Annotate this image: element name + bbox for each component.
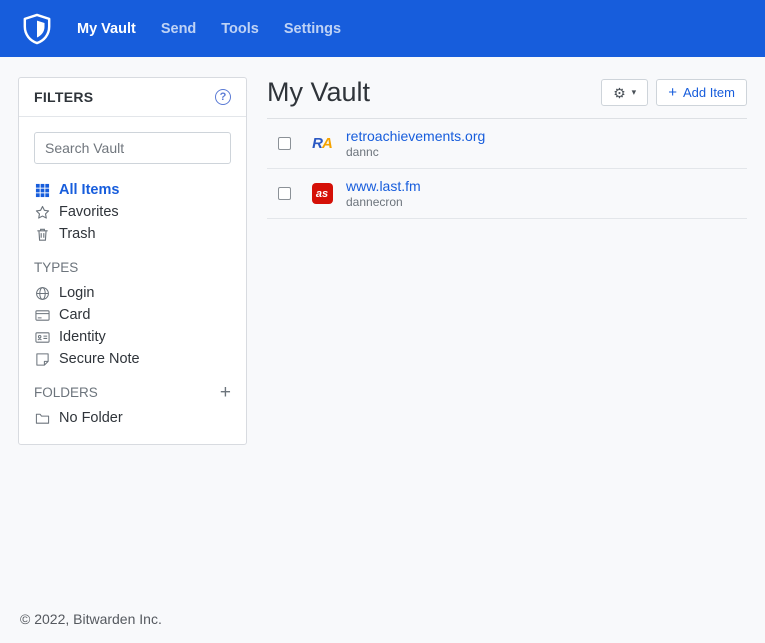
vault-header: My Vault ⚙ ▾ + Add Item <box>267 77 747 119</box>
sidebar-item-trash[interactable]: Trash <box>34 223 231 245</box>
lastfm-favicon: as <box>310 183 334 204</box>
add-item-label: Add Item <box>683 85 735 100</box>
item-text: www.last.fm dannecron <box>346 178 421 209</box>
nav-tools[interactable]: Tools <box>221 21 259 37</box>
nav-settings[interactable]: Settings <box>284 21 341 37</box>
item-name-link[interactable]: retroachievements.org <box>346 128 485 144</box>
sidebar-item-label: Card <box>59 307 90 323</box>
vault-item-list: RA retroachievements.org dannc as www.la… <box>267 119 747 219</box>
item-checkbox[interactable] <box>278 137 291 150</box>
page-title: My Vault <box>267 77 370 108</box>
grid-icon <box>34 182 50 198</box>
id-card-icon <box>34 329 50 345</box>
item-name-link[interactable]: www.last.fm <box>346 178 421 194</box>
sidebar-item-label: Identity <box>59 329 106 345</box>
sidebar-item-label: All Items <box>59 182 119 198</box>
filter-nav-list: All Items Favorites Trash <box>19 179 246 245</box>
item-username: dannc <box>346 145 485 159</box>
vault-item-row: RA retroachievements.org dannc <box>267 119 747 169</box>
top-navbar: My Vault Send Tools Settings <box>0 0 765 57</box>
folders-section-header: FOLDERS + <box>19 385 246 400</box>
trash-icon <box>34 226 50 242</box>
search-vault-input[interactable] <box>34 132 231 164</box>
item-checkbox[interactable] <box>278 187 291 200</box>
types-section-header: TYPES <box>19 260 246 275</box>
folder-icon <box>34 410 50 426</box>
sidebar-item-identity[interactable]: Identity <box>34 326 231 348</box>
type-filter-list: Login Card Identity Secure Note <box>19 282 246 370</box>
bitwarden-shield-icon <box>22 13 52 45</box>
sidebar-item-label: Favorites <box>59 204 119 220</box>
note-icon <box>34 351 50 367</box>
sidebar-item-label: Secure Note <box>59 351 140 367</box>
credit-card-icon <box>34 307 50 323</box>
item-text: retroachievements.org dannc <box>346 128 485 159</box>
vault-options-button[interactable]: ⚙ ▾ <box>601 79 648 106</box>
add-folder-button[interactable]: + <box>220 386 231 400</box>
sidebar-item-label: No Folder <box>59 410 123 426</box>
star-icon <box>34 204 50 220</box>
sidebar-item-secure-note[interactable]: Secure Note <box>34 348 231 370</box>
sidebar-item-login[interactable]: Login <box>34 282 231 304</box>
header-buttons: ⚙ ▾ + Add Item <box>601 79 747 106</box>
page-footer: © 2022, Bitwarden Inc. <box>0 599 765 643</box>
sidebar-item-card[interactable]: Card <box>34 304 231 326</box>
filters-title: FILTERS <box>34 89 93 105</box>
add-item-button[interactable]: + Add Item <box>656 79 747 106</box>
sidebar-item-no-folder[interactable]: No Folder <box>34 407 231 429</box>
folder-list: No Folder <box>19 407 246 429</box>
chevron-down-icon: ▾ <box>632 88 637 97</box>
item-username: dannecron <box>346 195 421 209</box>
plus-icon: + <box>668 85 677 100</box>
bitwarden-logo[interactable] <box>22 13 52 45</box>
nav-send[interactable]: Send <box>161 21 196 37</box>
folders-title: FOLDERS <box>34 385 98 400</box>
filters-header: FILTERS ? <box>19 78 246 117</box>
vault-item-row: as www.last.fm dannecron <box>267 169 747 219</box>
nav-my-vault[interactable]: My Vault <box>77 21 136 37</box>
vault-main: My Vault ⚙ ▾ + Add Item RA retroach <box>267 77 747 219</box>
filters-sidebar: FILTERS ? All Items Favorites T <box>18 77 247 445</box>
sidebar-item-all-items[interactable]: All Items <box>34 179 231 201</box>
question-circle-icon[interactable]: ? <box>215 89 231 105</box>
globe-icon <box>34 285 50 301</box>
types-title: TYPES <box>34 260 78 275</box>
copyright-text: © 2022, Bitwarden Inc. <box>20 611 162 627</box>
sidebar-item-label: Trash <box>59 226 96 242</box>
plus-icon: + <box>220 382 231 403</box>
sidebar-item-favorites[interactable]: Favorites <box>34 201 231 223</box>
sidebar-item-label: Login <box>59 285 94 301</box>
gear-icon: ⚙ <box>613 86 626 100</box>
retroachievements-favicon: RA <box>310 135 334 152</box>
page-body: FILTERS ? All Items Favorites T <box>0 57 765 599</box>
